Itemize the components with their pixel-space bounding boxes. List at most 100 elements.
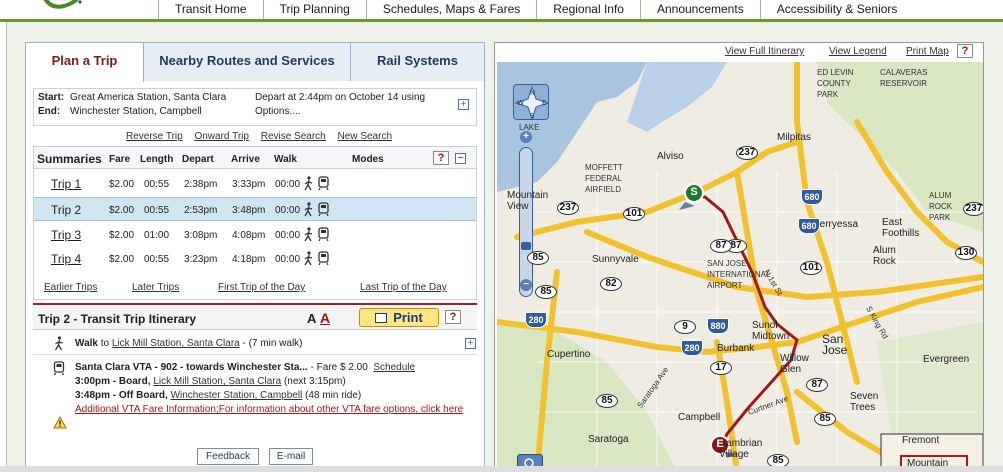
reverse-trip-link[interactable]: Reverse Trip xyxy=(126,131,183,142)
trip-arrive: 4:18pm xyxy=(232,254,266,265)
start-marker-label[interactable]: S xyxy=(688,186,700,200)
trip-link[interactable]: Trip 4 xyxy=(51,252,81,266)
trip-row-selected[interactable]: Trip 2 $2.00 00:55 2:53pm 3:48pm 00:00 xyxy=(34,197,476,221)
nav-tab-regional-info[interactable]: Regional Info xyxy=(536,0,640,19)
print-map-link[interactable]: Print Map xyxy=(906,46,949,57)
trip-row[interactable]: Trip 3 $2.00 01:00 3:08pm 4:08pm 00:00 xyxy=(34,223,476,247)
later-trips-link[interactable]: Later Trips xyxy=(132,282,179,293)
new-search-link[interactable]: New Search xyxy=(338,131,392,142)
map-label-evergreen: Evergreen xyxy=(923,354,970,365)
schedule-link[interactable]: Schedule xyxy=(373,362,415,373)
trip-link[interactable]: Trip 2 xyxy=(51,203,81,217)
map-label-sunnyvale: Sunnyvale xyxy=(592,254,639,265)
trip-walk: 00:00 xyxy=(275,179,301,190)
fare-info-link[interactable]: Additional VTA Fare Information;For info… xyxy=(75,403,470,417)
map-label-milpitas: Milpitas xyxy=(777,132,811,143)
svg-text:W: W xyxy=(517,99,524,107)
route-shield: 237 xyxy=(736,146,758,160)
route-map[interactable]: N W E S + − Alviso Milpitas MOFFETT FEDE… xyxy=(497,62,983,472)
map-label-san-jose: San Jose xyxy=(822,332,848,357)
first-trip-link[interactable]: First Trip of the Day xyxy=(218,282,305,293)
end-marker-label[interactable]: E xyxy=(714,438,726,452)
zoom-slider[interactable] xyxy=(519,147,533,297)
trip-actions: Reverse Trip Onward Trip Revise Search N… xyxy=(126,131,401,142)
options-text[interactable]: Options.... xyxy=(255,105,455,119)
collapse-summaries-button[interactable]: − xyxy=(455,153,466,164)
main-nav-tabs: Transit Home Trip Planning Schedules, Ma… xyxy=(158,0,914,20)
view-legend-link[interactable]: View Legend xyxy=(829,46,887,57)
interstate-shield: 280 xyxy=(681,340,703,356)
tab-rail-systems[interactable]: Rail Systems xyxy=(351,43,484,81)
itinerary-title: Trip 2 - Transit Trip Itinerary xyxy=(38,312,197,326)
top-navigation-bar: Transit Home Trip Planning Schedules, Ma… xyxy=(0,0,1003,22)
depart-info: Depart at 2:44pm on October 14 using Opt… xyxy=(255,91,455,119)
svg-text:E: E xyxy=(542,99,546,107)
expand-trip-details-button[interactable]: + xyxy=(458,99,469,110)
map-pan-control[interactable]: N W E S xyxy=(513,84,550,121)
itinerary-help-button[interactable]: ? xyxy=(445,310,461,324)
print-button[interactable]: Print xyxy=(359,308,439,327)
depart-time-text: Depart at 2:44pm on October 14 using xyxy=(255,92,426,103)
trip-planner-panel: Plan a Trip Nearby Routes and Services R… xyxy=(25,42,485,472)
trip-depart: 3:23pm xyxy=(184,254,218,265)
trip-endpoints: Start: Great America Station, Santa Clara… xyxy=(38,91,248,119)
trip-row[interactable]: Trip 1 $2.00 00:55 2:38pm 3:33pm 00:00 xyxy=(34,172,476,196)
nav-tab-announcements[interactable]: Announcements xyxy=(639,0,760,19)
bus-icon xyxy=(318,176,329,191)
nav-tab-transit-home[interactable]: Transit Home xyxy=(158,0,263,19)
horizontal-scrollbar[interactable] xyxy=(0,466,1003,472)
walk-duration: - (7 min walk) xyxy=(239,338,303,349)
map-label-moffett: MOFFETT FEDERAL AIRFIELD xyxy=(585,163,623,194)
bus-icon xyxy=(318,202,329,217)
route-shield: 85 xyxy=(527,251,549,265)
trip-request-summary: Start: Great America Station, Santa Clara… xyxy=(33,88,477,126)
zoom-out-button[interactable]: − xyxy=(520,279,532,291)
tab-plan-a-trip[interactable]: Plan a Trip xyxy=(26,43,144,82)
feedback-button[interactable]: Feedback xyxy=(197,448,259,465)
email-button[interactable]: E-mail xyxy=(269,448,313,465)
nav-tab-schedules[interactable]: Schedules, Maps & Fares xyxy=(365,0,537,19)
print-label: Print xyxy=(393,310,423,325)
earlier-trips-link[interactable]: Earlier Trips xyxy=(44,282,97,293)
route-shield: 87 xyxy=(710,239,732,253)
trip-arrive: 3:33pm xyxy=(232,179,266,190)
route-shield: 237 xyxy=(963,202,983,216)
trip-length: 00:55 xyxy=(144,179,170,190)
bus-icon xyxy=(318,227,329,242)
trip-walk: 00:00 xyxy=(275,254,301,265)
walk-destination-link[interactable]: Lick Mill Station, Santa Clara xyxy=(112,338,240,349)
route-shield: 9 xyxy=(674,320,696,334)
transit-logo[interactable] xyxy=(34,0,86,16)
board-next: (next 3:15pm) xyxy=(281,376,346,387)
zoom-slider-handle[interactable] xyxy=(521,242,531,250)
board-stop-link[interactable]: Lick Mill Station, Santa Clara xyxy=(153,376,281,387)
route-shield: 85 xyxy=(814,412,836,426)
revise-search-link[interactable]: Revise Search xyxy=(261,131,326,142)
view-full-itinerary-link[interactable]: View Full Itinerary xyxy=(725,46,804,57)
col-fare: Fare xyxy=(109,154,131,165)
off-stop-link[interactable]: Winchester Station, Campbell xyxy=(171,390,303,401)
trip-link[interactable]: Trip 3 xyxy=(51,228,81,242)
last-trip-link[interactable]: Last Trip of the Day xyxy=(360,282,447,293)
walk-icon xyxy=(304,227,313,242)
trip-length: 01:00 xyxy=(144,230,170,241)
col-modes: Modes xyxy=(352,154,384,165)
trip-link[interactable]: Trip 1 xyxy=(51,177,81,191)
tab-nearby-routes[interactable]: Nearby Routes and Services xyxy=(144,43,351,81)
end-location: Winchester Station, Campbell xyxy=(70,106,202,117)
board-time: 3:00pm - Board, xyxy=(75,376,154,387)
printer-icon xyxy=(375,313,388,323)
trip-row[interactable]: Trip 4 $2.00 00:55 3:23pm 4:18pm 00:00 xyxy=(34,247,476,271)
expand-walk-button[interactable]: + xyxy=(465,338,476,349)
onward-trip-link[interactable]: Onward Trip xyxy=(194,131,248,142)
font-larger-button[interactable]: A xyxy=(320,310,330,326)
transit-leg: Santa Clara VTA - 902 - towards Winchest… xyxy=(33,359,477,439)
font-smaller-button[interactable]: A xyxy=(307,311,316,326)
map-links: View Full Itinerary View Legend Print Ma… xyxy=(495,43,983,61)
summaries-help-button[interactable]: ? xyxy=(433,151,449,165)
start-location: Great America Station, Santa Clara xyxy=(70,92,227,103)
nav-tab-trip-planning[interactable]: Trip Planning xyxy=(262,0,366,19)
nav-tab-accessibility[interactable]: Accessibility & Seniors xyxy=(759,0,914,19)
walk-icon xyxy=(304,176,313,191)
map-help-button[interactable]: ? xyxy=(957,44,973,58)
